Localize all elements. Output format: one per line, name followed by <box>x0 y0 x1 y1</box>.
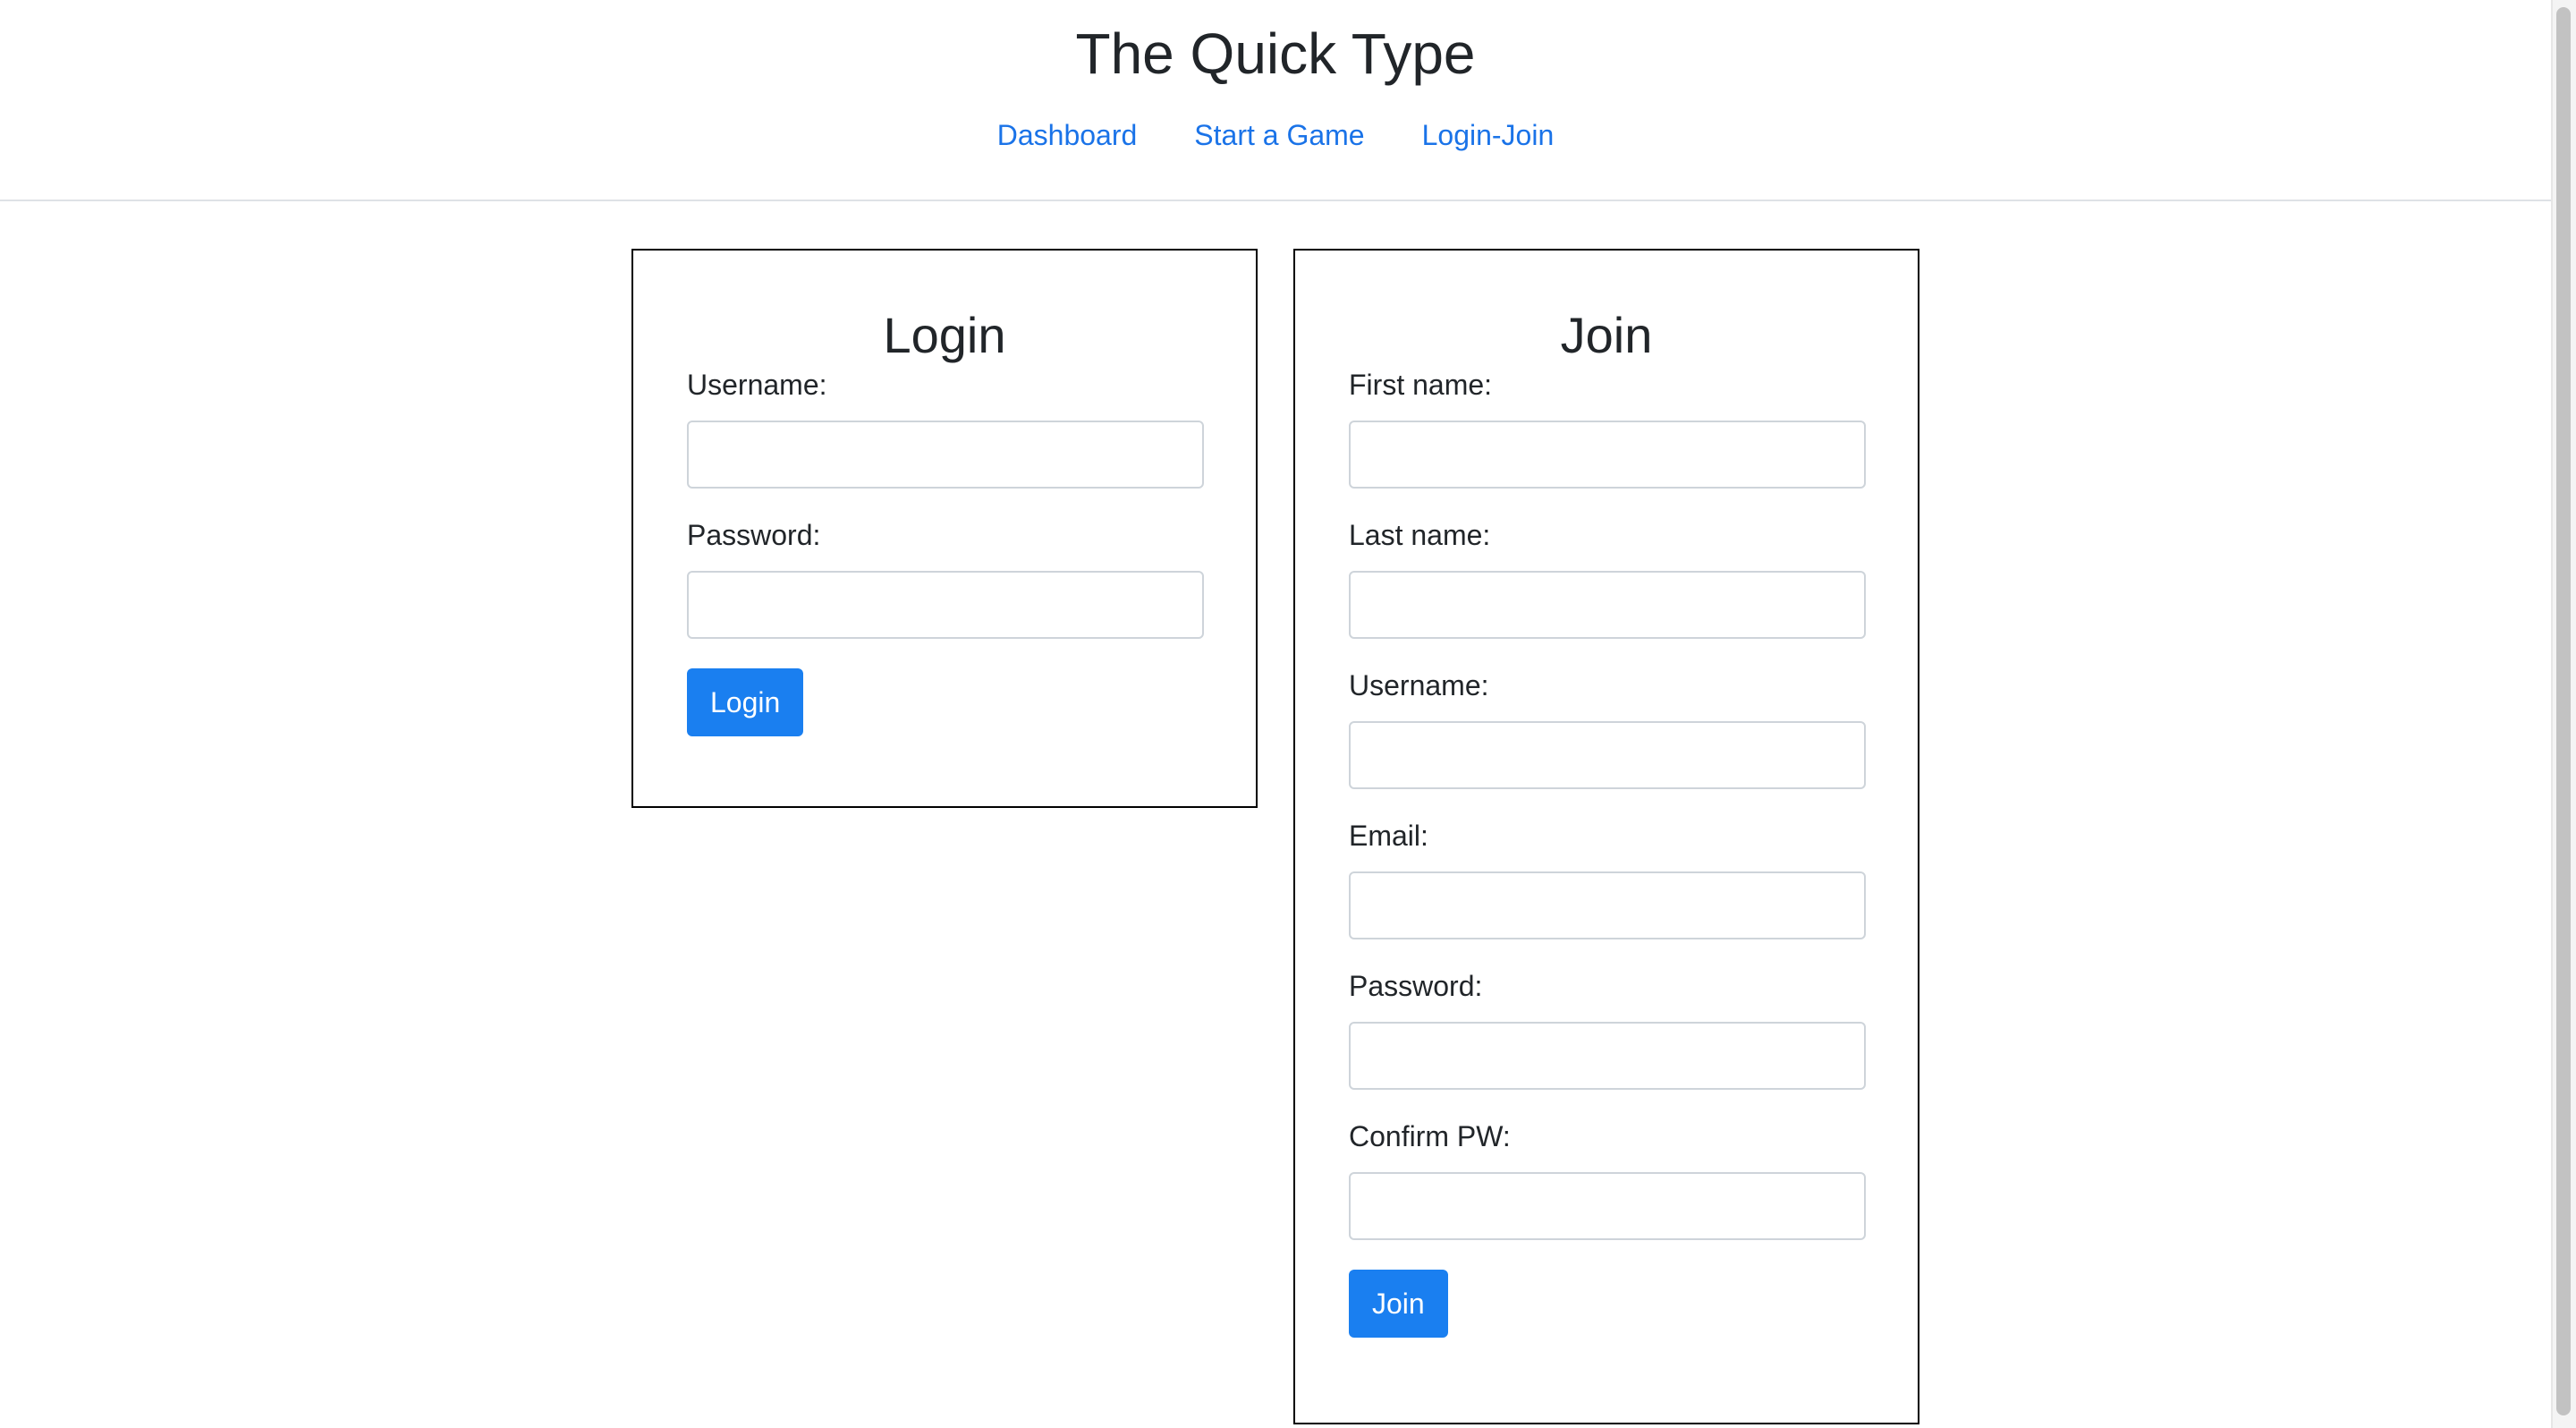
join-first-name-input[interactable] <box>1349 421 1866 489</box>
join-password-label: Password: <box>1349 970 1483 1002</box>
join-email-field: Email: <box>1349 818 1866 939</box>
login-username-field: Username: <box>687 367 1204 489</box>
join-password-field: Password: <box>1349 968 1866 1090</box>
login-button[interactable]: Login <box>687 668 804 736</box>
nav-item-start-game: Start a Game <box>1194 113 1364 157</box>
login-card: Login Username: Password: Login <box>631 249 1258 808</box>
join-last-name-field: Last name: <box>1349 517 1866 639</box>
site-header: The Quick Type Dashboard Start a Game Lo… <box>0 0 2551 201</box>
login-title: Login <box>883 307 1006 363</box>
join-card: Join First name: Last name: Username: Em… <box>1293 249 1919 1424</box>
login-password-input[interactable] <box>687 571 1204 639</box>
join-password-input[interactable] <box>1349 1022 1866 1090</box>
join-username-field: Username: <box>1349 667 1866 789</box>
join-confirm-password-label: Confirm PW: <box>1349 1120 1511 1152</box>
login-password-field: Password: <box>687 517 1204 639</box>
login-password-label: Password: <box>687 519 821 551</box>
app-window: The Quick Type Dashboard Start a Game Lo… <box>0 0 2576 1428</box>
nav-item-dashboard: Dashboard <box>997 113 1138 157</box>
join-confirm-password-input[interactable] <box>1349 1172 1866 1240</box>
join-username-input[interactable] <box>1349 721 1866 789</box>
join-first-name-field: First name: <box>1349 367 1866 489</box>
nav-list: Dashboard Start a Game Login-Join <box>0 113 2551 157</box>
scrollbar-thumb[interactable] <box>2556 7 2571 1415</box>
login-username-label: Username: <box>687 369 827 401</box>
join-confirm-password-field: Confirm PW: <box>1349 1118 1866 1240</box>
join-first-name-label: First name: <box>1349 369 1493 401</box>
join-email-input[interactable] <box>1349 871 1866 939</box>
nav-item-login-join: Login-Join <box>1422 113 1555 157</box>
nav-link-start-game[interactable]: Start a Game <box>1194 119 1364 151</box>
join-last-name-input[interactable] <box>1349 571 1866 639</box>
nav-link-login-join[interactable]: Login-Join <box>1422 119 1555 151</box>
nav-link-dashboard[interactable]: Dashboard <box>997 119 1138 151</box>
join-last-name-label: Last name: <box>1349 519 1491 551</box>
site-title: The Quick Type <box>1075 21 1476 86</box>
login-username-input[interactable] <box>687 421 1204 489</box>
join-title: Join <box>1560 307 1653 363</box>
join-button[interactable]: Join <box>1349 1270 1448 1338</box>
join-email-label: Email: <box>1349 820 1428 852</box>
join-username-label: Username: <box>1349 669 1489 701</box>
